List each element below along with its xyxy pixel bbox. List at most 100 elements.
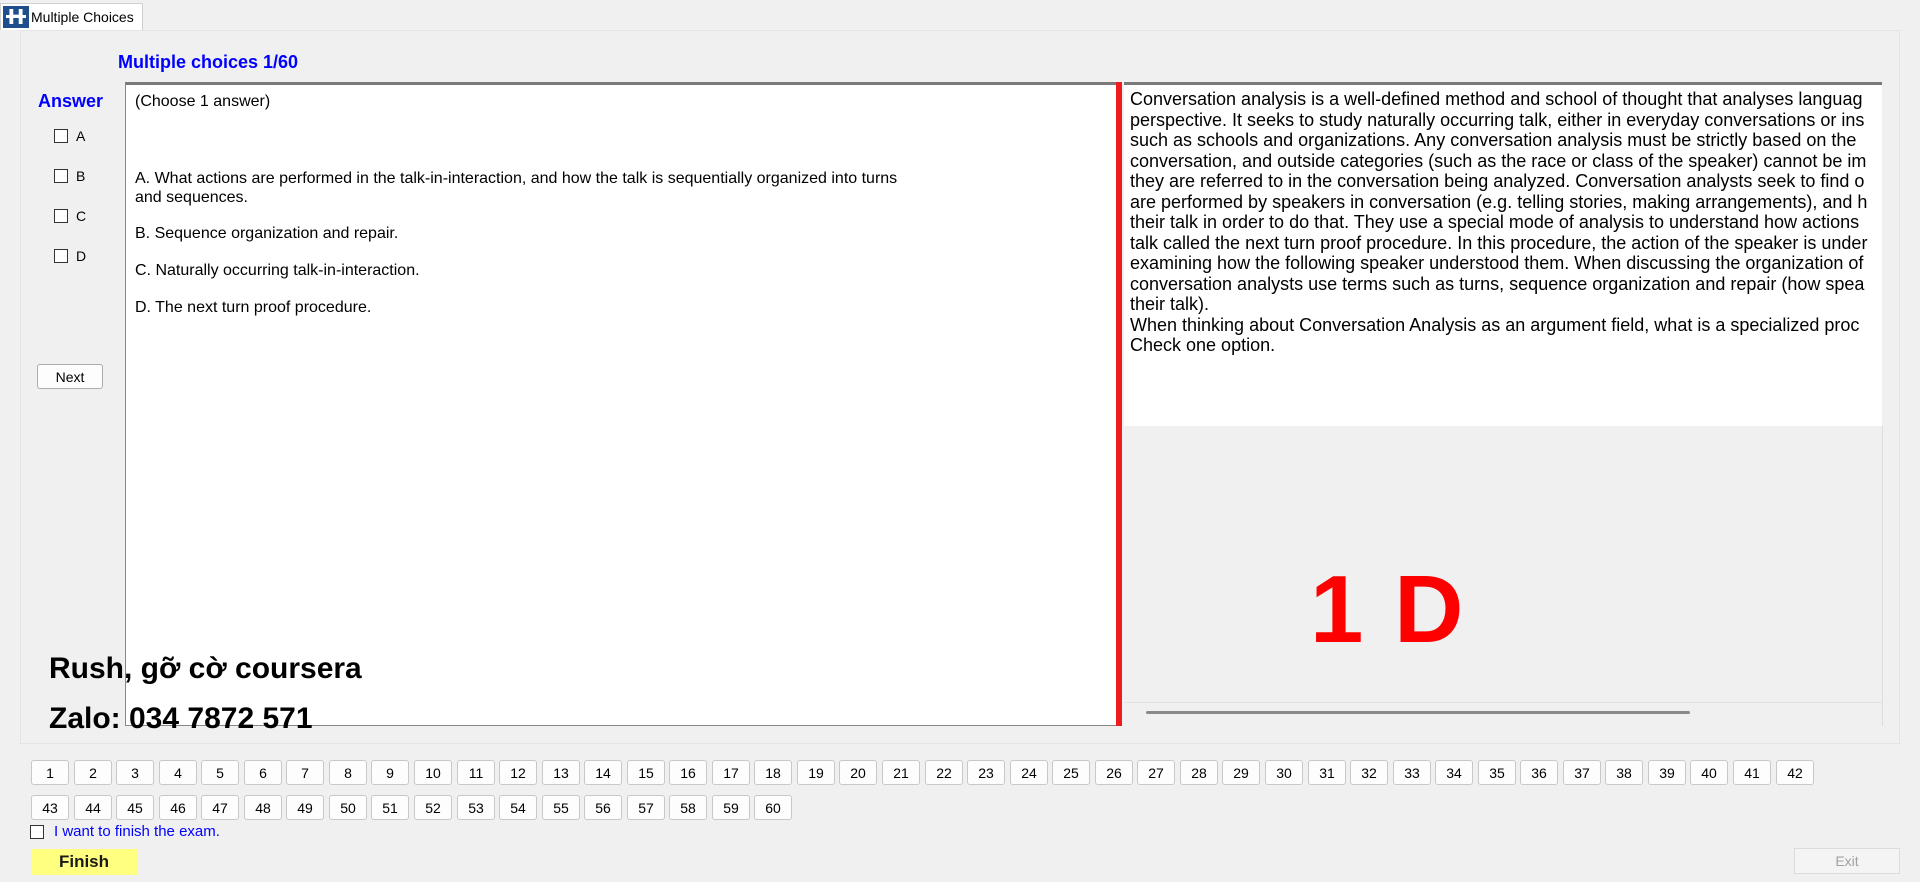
question-number-button[interactable]: 58 xyxy=(669,795,707,820)
option-a-text: A. What actions are performed in the tal… xyxy=(135,170,898,206)
finish-exam-check[interactable]: I want to finish the exam. xyxy=(30,823,220,840)
choice-b-label: B xyxy=(76,168,86,184)
passage-line: their talk). xyxy=(1130,294,1210,314)
question-number-button[interactable]: 52 xyxy=(414,795,452,820)
question-number-button[interactable]: 4 xyxy=(159,760,197,785)
question-number-button[interactable]: 26 xyxy=(1095,760,1133,785)
answer-key-overlay: 1 D xyxy=(1310,556,1466,663)
question-number-button[interactable]: 11 xyxy=(457,760,495,785)
choice-b-checkbox[interactable] xyxy=(54,169,68,183)
question-number-button[interactable]: 38 xyxy=(1605,760,1643,785)
question-number-button[interactable]: 46 xyxy=(159,795,197,820)
question-number-button[interactable]: 3 xyxy=(116,760,154,785)
question-number-button[interactable]: 57 xyxy=(627,795,665,820)
finish-button[interactable]: Finish xyxy=(31,849,137,875)
question-number-button[interactable]: 53 xyxy=(457,795,495,820)
question-number-button[interactable]: 47 xyxy=(201,795,239,820)
tab-label: Multiple Choices xyxy=(31,9,134,25)
passage-line: talk called the next turn proof procedur… xyxy=(1130,232,1868,253)
finish-exam-checkbox[interactable] xyxy=(30,824,44,839)
tab-multiple-choices[interactable]: H Multiple Choices xyxy=(0,3,143,30)
question-number-button[interactable]: 45 xyxy=(116,795,154,820)
question-number-button[interactable]: 40 xyxy=(1690,760,1728,785)
choice-d-checkbox[interactable] xyxy=(54,249,68,263)
app-logo-icon: H xyxy=(3,5,29,29)
question-number-button[interactable]: 10 xyxy=(414,760,452,785)
question-number-button[interactable]: 48 xyxy=(244,795,282,820)
passage-line: When thinking about Conversation Analysi… xyxy=(1130,314,1860,335)
passage-line: perspective. It seeks to study naturally… xyxy=(1130,109,1865,130)
passage-line: are performed by speakers in conversatio… xyxy=(1130,191,1868,212)
question-number-button[interactable]: 6 xyxy=(244,760,282,785)
next-button[interactable]: Next xyxy=(37,364,103,389)
question-number-button[interactable]: 34 xyxy=(1435,760,1473,785)
question-number-button[interactable]: 12 xyxy=(499,760,537,785)
question-number-button[interactable]: 56 xyxy=(584,795,622,820)
question-number-button[interactable]: 1 xyxy=(31,760,69,785)
question-number-button[interactable]: 9 xyxy=(371,760,409,785)
passage-lower-area xyxy=(1124,426,1883,726)
passage-line: Conversation analysis is a well-defined … xyxy=(1130,89,1863,109)
question-number-button[interactable]: 14 xyxy=(584,760,622,785)
choice-b[interactable]: B xyxy=(54,168,85,184)
passage-line: conversation analysts use terms such as … xyxy=(1130,273,1865,294)
passage-line: they are referred to in the conversation… xyxy=(1130,171,1865,191)
question-number-button[interactable]: 23 xyxy=(967,760,1005,785)
question-number-button[interactable]: 17 xyxy=(712,760,750,785)
page-title: Multiple choices 1/60 xyxy=(118,52,299,72)
question-number-button[interactable]: 8 xyxy=(329,760,367,785)
tab-strip: H Multiple Choices xyxy=(0,0,1920,30)
question-number-button[interactable]: 33 xyxy=(1393,760,1431,785)
question-number-button[interactable]: 42 xyxy=(1776,760,1814,785)
choice-c[interactable]: C xyxy=(54,208,86,224)
choice-d[interactable]: D xyxy=(54,248,86,264)
question-number-button[interactable]: 32 xyxy=(1350,760,1388,785)
exit-button[interactable]: Exit xyxy=(1794,848,1900,874)
question-number-button[interactable]: 55 xyxy=(542,795,580,820)
question-number-button[interactable]: 27 xyxy=(1137,760,1175,785)
choice-a-checkbox[interactable] xyxy=(54,129,68,143)
question-number-button[interactable]: 37 xyxy=(1563,760,1601,785)
question-number-button[interactable]: 18 xyxy=(754,760,792,785)
question-number-button[interactable]: 5 xyxy=(201,760,239,785)
choice-c-checkbox[interactable] xyxy=(54,209,68,223)
question-number-button[interactable]: 24 xyxy=(1010,760,1048,785)
question-number-button[interactable]: 60 xyxy=(754,795,792,820)
question-number-button[interactable]: 25 xyxy=(1052,760,1090,785)
question-number-button[interactable]: 15 xyxy=(627,760,665,785)
question-number-button[interactable]: 59 xyxy=(712,795,750,820)
question-number-button[interactable]: 21 xyxy=(882,760,920,785)
question-number-button[interactable]: 39 xyxy=(1648,760,1686,785)
question-number-button[interactable]: 50 xyxy=(329,795,367,820)
overlay-text-1: Rush, gỡ cờ coursera xyxy=(49,652,362,685)
question-number-button[interactable]: 51 xyxy=(371,795,409,820)
question-number-button[interactable]: 43 xyxy=(31,795,69,820)
question-number-button[interactable]: 29 xyxy=(1222,760,1260,785)
question-number-button[interactable]: 7 xyxy=(286,760,324,785)
question-number-button[interactable]: 54 xyxy=(499,795,537,820)
question-number-button[interactable]: 44 xyxy=(74,795,112,820)
choice-a[interactable]: A xyxy=(54,128,85,144)
question-number-button[interactable]: 13 xyxy=(542,760,580,785)
choice-c-label: C xyxy=(76,208,87,224)
question-number-button[interactable]: 16 xyxy=(669,760,707,785)
passage-text: Conversation analysis is a well-defined … xyxy=(1130,89,1882,356)
question-number-button[interactable]: 35 xyxy=(1478,760,1516,785)
question-number-button[interactable]: 31 xyxy=(1308,760,1346,785)
option-d-text: D. The next turn proof procedure. xyxy=(135,299,372,316)
option-c-text: C. Naturally occurring talk-in-interacti… xyxy=(135,262,420,279)
question-number-button[interactable]: 2 xyxy=(74,760,112,785)
question-number-button[interactable]: 22 xyxy=(925,760,963,785)
question-number-button[interactable]: 41 xyxy=(1733,760,1771,785)
question-number-button[interactable]: 30 xyxy=(1265,760,1303,785)
question-number-button[interactable]: 20 xyxy=(839,760,877,785)
question-number-button[interactable]: 36 xyxy=(1520,760,1558,785)
question-number-button[interactable]: 28 xyxy=(1180,760,1218,785)
question-number-button[interactable]: 49 xyxy=(286,795,324,820)
finish-exam-label: I want to finish the exam. xyxy=(54,823,220,840)
question-number-button[interactable]: 19 xyxy=(797,760,835,785)
choice-a-label: A xyxy=(76,128,86,144)
splitter-bar[interactable] xyxy=(1116,82,1122,726)
horizontal-scrollbar-thumb[interactable] xyxy=(1146,711,1690,714)
passage-panel: Conversation analysis is a well-defined … xyxy=(1124,82,1882,429)
